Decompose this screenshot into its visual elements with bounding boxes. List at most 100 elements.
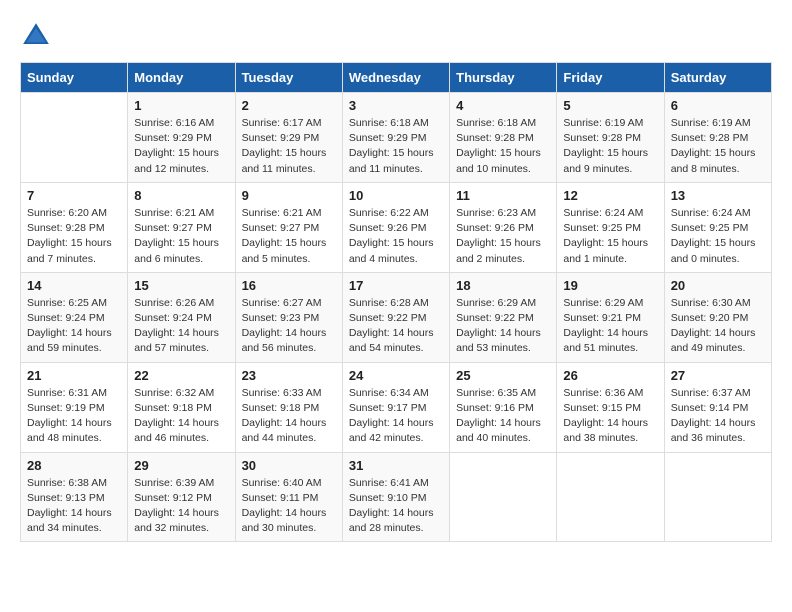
calendar-week-row: 14 Sunrise: 6:25 AM Sunset: 9:24 PM Dayli… xyxy=(21,272,772,362)
day-number: 12 xyxy=(563,188,657,203)
day-info: Sunrise: 6:40 AM Sunset: 9:11 PM Dayligh… xyxy=(242,476,336,537)
calendar-cell: 1 Sunrise: 6:16 AM Sunset: 9:29 PM Daylig… xyxy=(128,93,235,183)
day-number: 1 xyxy=(134,98,228,113)
day-info: Sunrise: 6:29 AM Sunset: 9:21 PM Dayligh… xyxy=(563,296,657,357)
day-info: Sunrise: 6:33 AM Sunset: 9:18 PM Dayligh… xyxy=(242,386,336,447)
calendar-cell: 21 Sunrise: 6:31 AM Sunset: 9:19 PM Dayli… xyxy=(21,362,128,452)
day-info: Sunrise: 6:23 AM Sunset: 9:26 PM Dayligh… xyxy=(456,206,550,267)
calendar-cell: 23 Sunrise: 6:33 AM Sunset: 9:18 PM Dayli… xyxy=(235,362,342,452)
day-number: 3 xyxy=(349,98,443,113)
day-number: 20 xyxy=(671,278,765,293)
calendar-cell: 29 Sunrise: 6:39 AM Sunset: 9:12 PM Dayli… xyxy=(128,452,235,542)
page-header xyxy=(20,20,772,52)
day-number: 29 xyxy=(134,458,228,473)
day-number: 16 xyxy=(242,278,336,293)
day-number: 4 xyxy=(456,98,550,113)
day-info: Sunrise: 6:19 AM Sunset: 9:28 PM Dayligh… xyxy=(563,116,657,177)
column-header-wednesday: Wednesday xyxy=(342,63,449,93)
calendar-cell: 27 Sunrise: 6:37 AM Sunset: 9:14 PM Dayli… xyxy=(664,362,771,452)
day-info: Sunrise: 6:31 AM Sunset: 9:19 PM Dayligh… xyxy=(27,386,121,447)
calendar-week-row: 28 Sunrise: 6:38 AM Sunset: 9:13 PM Dayli… xyxy=(21,452,772,542)
day-info: Sunrise: 6:22 AM Sunset: 9:26 PM Dayligh… xyxy=(349,206,443,267)
day-number: 21 xyxy=(27,368,121,383)
calendar-cell: 11 Sunrise: 6:23 AM Sunset: 9:26 PM Dayli… xyxy=(450,182,557,272)
day-info: Sunrise: 6:37 AM Sunset: 9:14 PM Dayligh… xyxy=(671,386,765,447)
logo xyxy=(20,20,56,52)
calendar-cell xyxy=(664,452,771,542)
calendar-cell: 17 Sunrise: 6:28 AM Sunset: 9:22 PM Dayli… xyxy=(342,272,449,362)
day-number: 25 xyxy=(456,368,550,383)
day-number: 30 xyxy=(242,458,336,473)
day-number: 2 xyxy=(242,98,336,113)
calendar-table: SundayMondayTuesdayWednesdayThursdayFrid… xyxy=(20,62,772,542)
day-info: Sunrise: 6:36 AM Sunset: 9:15 PM Dayligh… xyxy=(563,386,657,447)
calendar-cell: 8 Sunrise: 6:21 AM Sunset: 9:27 PM Daylig… xyxy=(128,182,235,272)
day-number: 7 xyxy=(27,188,121,203)
calendar-cell: 2 Sunrise: 6:17 AM Sunset: 9:29 PM Daylig… xyxy=(235,93,342,183)
day-info: Sunrise: 6:25 AM Sunset: 9:24 PM Dayligh… xyxy=(27,296,121,357)
calendar-cell: 18Sunrise: 6:29 AM Sunset: 9:22 PM Dayli… xyxy=(450,272,557,362)
column-header-sunday: Sunday xyxy=(21,63,128,93)
day-number: 22 xyxy=(134,368,228,383)
calendar-cell: 15 Sunrise: 6:26 AM Sunset: 9:24 PM Dayli… xyxy=(128,272,235,362)
day-info: Sunrise: 6:20 AM Sunset: 9:28 PM Dayligh… xyxy=(27,206,121,267)
day-number: 8 xyxy=(134,188,228,203)
day-number: 14 xyxy=(27,278,121,293)
calendar-cell: 16 Sunrise: 6:27 AM Sunset: 9:23 PM Dayli… xyxy=(235,272,342,362)
calendar-cell: 13Sunrise: 6:24 AM Sunset: 9:25 PM Dayli… xyxy=(664,182,771,272)
calendar-cell: 25 Sunrise: 6:35 AM Sunset: 9:16 PM Dayli… xyxy=(450,362,557,452)
day-info: Sunrise: 6:32 AM Sunset: 9:18 PM Dayligh… xyxy=(134,386,228,447)
calendar-cell: 6Sunrise: 6:19 AM Sunset: 9:28 PM Daylig… xyxy=(664,93,771,183)
calendar-cell: 7 Sunrise: 6:20 AM Sunset: 9:28 PM Daylig… xyxy=(21,182,128,272)
day-number: 24 xyxy=(349,368,443,383)
calendar-cell: 12 Sunrise: 6:24 AM Sunset: 9:25 PM Dayli… xyxy=(557,182,664,272)
day-info: Sunrise: 6:21 AM Sunset: 9:27 PM Dayligh… xyxy=(242,206,336,267)
day-number: 5 xyxy=(563,98,657,113)
day-number: 15 xyxy=(134,278,228,293)
day-number: 10 xyxy=(349,188,443,203)
calendar-header-row: SundayMondayTuesdayWednesdayThursdayFrid… xyxy=(21,63,772,93)
calendar-cell: 30 Sunrise: 6:40 AM Sunset: 9:11 PM Dayli… xyxy=(235,452,342,542)
calendar-cell: 9Sunrise: 6:21 AM Sunset: 9:27 PM Daylig… xyxy=(235,182,342,272)
calendar-cell: 20 Sunrise: 6:30 AM Sunset: 9:20 PM Dayli… xyxy=(664,272,771,362)
calendar-cell: 14 Sunrise: 6:25 AM Sunset: 9:24 PM Dayli… xyxy=(21,272,128,362)
day-number: 26 xyxy=(563,368,657,383)
day-number: 31 xyxy=(349,458,443,473)
day-number: 23 xyxy=(242,368,336,383)
calendar-cell: 22 Sunrise: 6:32 AM Sunset: 9:18 PM Dayli… xyxy=(128,362,235,452)
calendar-cell xyxy=(557,452,664,542)
day-number: 11 xyxy=(456,188,550,203)
day-info: Sunrise: 6:30 AM Sunset: 9:20 PM Dayligh… xyxy=(671,296,765,357)
day-info: Sunrise: 6:21 AM Sunset: 9:27 PM Dayligh… xyxy=(134,206,228,267)
calendar-week-row: 7 Sunrise: 6:20 AM Sunset: 9:28 PM Daylig… xyxy=(21,182,772,272)
day-info: Sunrise: 6:26 AM Sunset: 9:24 PM Dayligh… xyxy=(134,296,228,357)
day-info: Sunrise: 6:18 AM Sunset: 9:29 PM Dayligh… xyxy=(349,116,443,177)
calendar-cell: 4 Sunrise: 6:18 AM Sunset: 9:28 PM Daylig… xyxy=(450,93,557,183)
day-info: Sunrise: 6:19 AM Sunset: 9:28 PM Dayligh… xyxy=(671,116,765,177)
calendar-cell: 26 Sunrise: 6:36 AM Sunset: 9:15 PM Dayli… xyxy=(557,362,664,452)
day-info: Sunrise: 6:39 AM Sunset: 9:12 PM Dayligh… xyxy=(134,476,228,537)
day-info: Sunrise: 6:27 AM Sunset: 9:23 PM Dayligh… xyxy=(242,296,336,357)
column-header-thursday: Thursday xyxy=(450,63,557,93)
day-info: Sunrise: 6:28 AM Sunset: 9:22 PM Dayligh… xyxy=(349,296,443,357)
day-info: Sunrise: 6:17 AM Sunset: 9:29 PM Dayligh… xyxy=(242,116,336,177)
day-number: 13 xyxy=(671,188,765,203)
column-header-monday: Monday xyxy=(128,63,235,93)
day-info: Sunrise: 6:41 AM Sunset: 9:10 PM Dayligh… xyxy=(349,476,443,537)
day-info: Sunrise: 6:34 AM Sunset: 9:17 PM Dayligh… xyxy=(349,386,443,447)
column-header-friday: Friday xyxy=(557,63,664,93)
day-info: Sunrise: 6:38 AM Sunset: 9:13 PM Dayligh… xyxy=(27,476,121,537)
day-info: Sunrise: 6:18 AM Sunset: 9:28 PM Dayligh… xyxy=(456,116,550,177)
day-number: 18 xyxy=(456,278,550,293)
calendar-cell xyxy=(450,452,557,542)
calendar-cell: 19Sunrise: 6:29 AM Sunset: 9:21 PM Dayli… xyxy=(557,272,664,362)
day-info: Sunrise: 6:16 AM Sunset: 9:29 PM Dayligh… xyxy=(134,116,228,177)
day-number: 27 xyxy=(671,368,765,383)
column-header-tuesday: Tuesday xyxy=(235,63,342,93)
day-number: 28 xyxy=(27,458,121,473)
calendar-cell: 24 Sunrise: 6:34 AM Sunset: 9:17 PM Dayli… xyxy=(342,362,449,452)
day-info: Sunrise: 6:24 AM Sunset: 9:25 PM Dayligh… xyxy=(563,206,657,267)
logo-icon xyxy=(20,20,52,52)
day-number: 17 xyxy=(349,278,443,293)
day-info: Sunrise: 6:35 AM Sunset: 9:16 PM Dayligh… xyxy=(456,386,550,447)
